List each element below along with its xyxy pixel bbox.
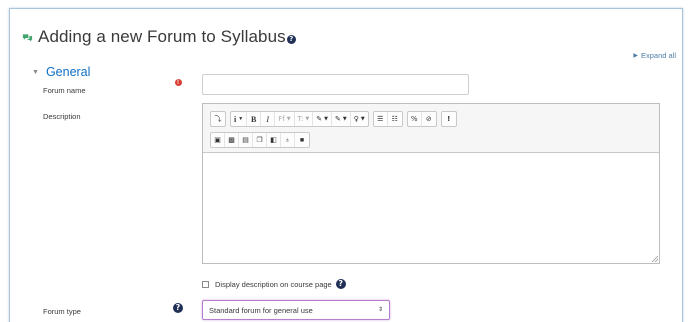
- font-size-icon[interactable]: T: ▼: [295, 112, 314, 126]
- unordered-list-icon[interactable]: ☰: [374, 112, 388, 126]
- editor-toolbar: ⤵ i ▼ B I Ff ▼ T: ▼ ✎ ▼ ✎ ▼ ♀ ▼ ☰ ☷ % ⊘ !: [203, 104, 659, 153]
- unlink-icon[interactable]: ⊘: [422, 112, 436, 126]
- forum-name-input[interactable]: [202, 74, 469, 95]
- section-title: General: [45, 65, 91, 79]
- forum-name-label: Forum name: [43, 86, 86, 95]
- info-dropdown-icon[interactable]: i ▼: [231, 112, 248, 126]
- background-color-icon[interactable]: ✎ ▼: [332, 112, 351, 126]
- image-icon[interactable]: ▩: [225, 133, 239, 147]
- emphasis-icon[interactable]: !: [442, 112, 456, 126]
- toggle-toolbar-icon[interactable]: ⤵: [211, 112, 225, 126]
- text-color-icon[interactable]: ✎ ▼: [313, 112, 333, 126]
- required-icon: !: [174, 78, 182, 87]
- italic-icon[interactable]: I: [261, 112, 276, 126]
- expand-triangle-icon: ▶: [633, 53, 638, 59]
- paste-icon[interactable]: ◧: [267, 133, 281, 147]
- copy-icon[interactable]: ❐: [253, 133, 267, 147]
- font-family-icon[interactable]: Ff ▼: [275, 112, 295, 126]
- forum-type-label: Forum type: [43, 307, 81, 316]
- video-camera-icon[interactable]: ■: [295, 133, 309, 147]
- display-description-checkbox[interactable]: [202, 280, 209, 288]
- expand-all-label: Expand all: [640, 51, 676, 60]
- toolbar-row-2: ▣ ▩ ▤ ❐ ◧ ♁ ■: [210, 132, 314, 148]
- page-title: Adding a new Forum to Syllabus: [38, 27, 286, 46]
- forum-icon: [22, 34, 33, 42]
- file-icon[interactable]: ▤: [239, 133, 253, 147]
- media-icon[interactable]: ▣: [211, 133, 225, 147]
- forum-type-select[interactable]: Standard forum for general use ⇕: [202, 300, 390, 320]
- ordered-list-icon[interactable]: ☷: [388, 112, 402, 126]
- section-general-toggle[interactable]: ▼ General: [32, 65, 90, 79]
- resize-handle[interactable]: [652, 256, 658, 262]
- link-icon[interactable]: %: [408, 112, 422, 126]
- toolbar-row-1: ⤵ i ▼ B I Ff ▼ T: ▼ ✎ ▼ ✎ ▼ ♀ ▼ ☰ ☷ % ⊘ !: [210, 111, 461, 127]
- page-header: Adding a new Forum to Syllabus ?: [22, 27, 296, 47]
- forum-type-help-icon[interactable]: ?: [173, 303, 183, 313]
- editor-content-area[interactable]: [203, 153, 659, 263]
- forum-type-selected-value: Standard forum for general use: [209, 305, 313, 315]
- style-icon[interactable]: ♀ ▼: [351, 112, 368, 126]
- description-label: Description: [43, 112, 81, 121]
- help-icon[interactable]: ?: [335, 279, 346, 289]
- display-description-label: Display description on course page: [215, 279, 332, 289]
- microphone-icon[interactable]: ♁: [281, 133, 295, 147]
- display-description-row: Display description on course page ?: [202, 279, 346, 289]
- help-icon[interactable]: ?: [286, 34, 296, 44]
- expand-all-link[interactable]: ▶ Expand all: [633, 51, 676, 60]
- collapse-caret-icon: ▼: [32, 68, 39, 76]
- bold-icon[interactable]: B: [247, 112, 262, 126]
- select-arrows-icon: ⇕: [377, 307, 383, 313]
- description-editor[interactable]: ⤵ i ▼ B I Ff ▼ T: ▼ ✎ ▼ ✎ ▼ ♀ ▼ ☰ ☷ % ⊘ !: [202, 103, 660, 264]
